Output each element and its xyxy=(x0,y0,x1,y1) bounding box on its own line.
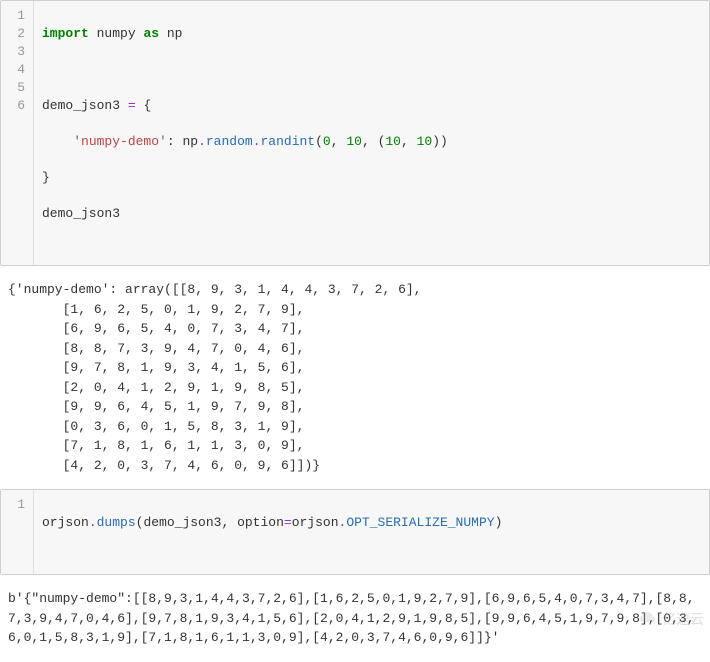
paren-close: ) xyxy=(440,134,448,149)
code-area[interactable]: import numpy as np demo_json3 = { 'numpy… xyxy=(34,1,709,265)
alias: np xyxy=(167,26,183,41)
keyword-as: as xyxy=(143,26,159,41)
number: 10 xyxy=(417,134,433,149)
line-number: 6 xyxy=(1,97,33,115)
paren-close: ) xyxy=(495,515,503,530)
number: 10 xyxy=(385,134,401,149)
line-number: 1 xyxy=(1,496,33,514)
function: randint xyxy=(261,134,316,149)
code-line: } xyxy=(42,169,701,187)
code-line xyxy=(42,61,701,79)
dot: . xyxy=(89,515,97,530)
watermark: 亿速云 xyxy=(638,607,704,632)
line-number: 2 xyxy=(1,25,33,43)
ns-np: np xyxy=(182,134,198,149)
indent xyxy=(42,134,73,149)
keyword-import: import xyxy=(42,26,89,41)
constant: OPT_SERIALIZE_NUMPY xyxy=(346,515,494,530)
line-number: 4 xyxy=(1,61,33,79)
code-line: demo_json3 xyxy=(42,205,701,223)
code-cell-1[interactable]: 1 2 3 4 5 6 import numpy as np demo_json… xyxy=(0,0,710,266)
line-gutter: 1 xyxy=(1,490,34,574)
dot: . xyxy=(253,134,261,149)
number: 10 xyxy=(346,134,362,149)
code-line: demo_json3 = { xyxy=(42,97,701,115)
output-cell-2: b'{"numpy-demo":[[8,9,3,1,4,4,3,7,2,6],[… xyxy=(0,575,710,662)
function: dumps xyxy=(97,515,136,530)
ns-orjson: orjson xyxy=(42,515,89,530)
arg: demo_json3 xyxy=(143,515,221,530)
colon: : xyxy=(167,134,183,149)
comma: , xyxy=(331,134,347,149)
output-cell-1: {'numpy-demo': array([[8, 9, 3, 1, 4, 4,… xyxy=(0,266,710,489)
number: 0 xyxy=(323,134,331,149)
submodule: random xyxy=(206,134,253,149)
cloud-icon xyxy=(638,607,658,632)
paren-close: ) xyxy=(432,134,440,149)
line-number: 5 xyxy=(1,79,33,97)
expression: demo_json3 xyxy=(42,206,120,221)
brace-open: { xyxy=(143,98,151,113)
code-line: 'numpy-demo': np.random.randint(0, 10, (… xyxy=(42,133,701,151)
dot: . xyxy=(198,134,206,149)
comma: , xyxy=(221,515,237,530)
operator-eq: = xyxy=(284,515,292,530)
watermark-text: 亿速云 xyxy=(662,610,704,629)
comma: , xyxy=(362,134,378,149)
brace-close: } xyxy=(42,170,50,185)
operator-eq: = xyxy=(128,98,136,113)
ns-orjson: orjson xyxy=(292,515,339,530)
kwarg-name: option xyxy=(237,515,284,530)
code-cell-2[interactable]: 1 orjson.dumps(demo_json3, option=orjson… xyxy=(0,489,710,575)
code-line: orjson.dumps(demo_json3, option=orjson.O… xyxy=(42,514,701,532)
line-gutter: 1 2 3 4 5 6 xyxy=(1,1,34,265)
code-area[interactable]: orjson.dumps(demo_json3, option=orjson.O… xyxy=(34,490,709,574)
paren-open: ( xyxy=(315,134,323,149)
line-number: 1 xyxy=(1,7,33,25)
variable: demo_json3 xyxy=(42,98,120,113)
code-line: import numpy as np xyxy=(42,25,701,43)
module-name: numpy xyxy=(97,26,136,41)
string-key: 'numpy-demo' xyxy=(73,134,167,149)
line-number: 3 xyxy=(1,43,33,61)
comma: , xyxy=(401,134,417,149)
